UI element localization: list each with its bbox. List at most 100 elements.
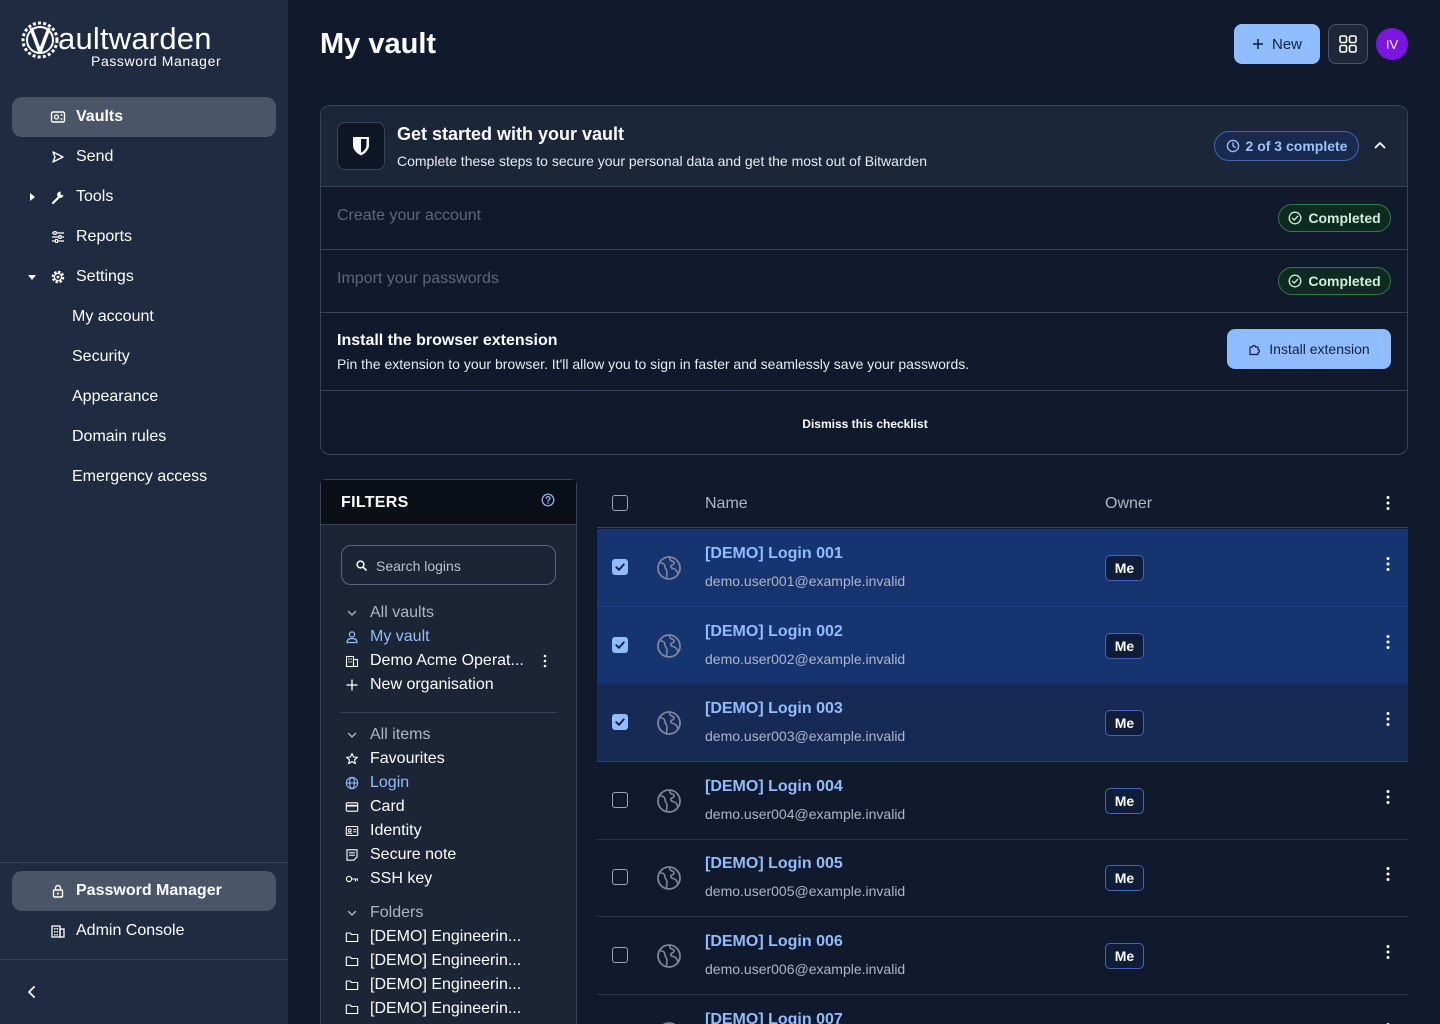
globe-icon — [657, 711, 681, 736]
logo-wordmark: aultwarden — [58, 21, 212, 56]
row-checkbox[interactable] — [612, 714, 628, 731]
row-checkbox[interactable] — [612, 791, 628, 808]
vault-icon — [50, 111, 66, 123]
filter-type-ssh-key[interactable]: SSH key — [341, 867, 557, 891]
more-options-icon[interactable] — [1379, 788, 1397, 806]
dismiss-checklist-link[interactable]: Dismiss this checklist — [321, 417, 1407, 431]
row-checkbox[interactable] — [612, 869, 628, 886]
install-extension-button[interactable]: Install extension — [1227, 329, 1391, 369]
page-title: My vault — [320, 28, 437, 60]
sidebar-divider — [0, 959, 288, 960]
table-row[interactable]: [DEMO] Login 003 demo.user003@example.inv… — [597, 684, 1408, 763]
filter-type-secure-note[interactable]: Secure note — [341, 843, 557, 867]
filter-type-login[interactable]: Login — [341, 771, 557, 795]
checkmark-icon — [615, 641, 625, 649]
item-name-link[interactable]: [DEMO] Login 003 — [705, 700, 843, 718]
caret-down-icon[interactable] — [26, 271, 38, 283]
more-options-icon[interactable] — [1379, 555, 1397, 573]
plus-icon — [1252, 39, 1263, 49]
table-row[interactable]: [DEMO] Login 007 — [597, 995, 1408, 1024]
avatar[interactable]: IV — [1376, 28, 1408, 60]
filter-label: Identity — [370, 822, 422, 839]
sidebar-item-reports[interactable]: Reports — [12, 217, 276, 257]
new-button-label: New — [1271, 35, 1302, 53]
filter-vault-my-vault[interactable]: My vault — [341, 625, 557, 649]
filter-group-folders[interactable]: Folders — [341, 901, 557, 925]
item-name-link[interactable]: [DEMO] Login 004 — [705, 778, 843, 796]
item-name-link[interactable]: [DEMO] Login 001 — [705, 545, 843, 563]
filter-type-favourites[interactable]: Favourites — [341, 747, 557, 771]
more-options-icon[interactable] — [1379, 865, 1397, 883]
caret-right-icon[interactable] — [26, 191, 38, 203]
more-options-icon[interactable] — [1379, 1021, 1397, 1024]
filter-new-organisation[interactable]: New organisation — [341, 673, 557, 697]
select-all-checkbox[interactable] — [612, 495, 628, 511]
filter-folder[interactable]: [DEMO] Engineerin... — [341, 925, 557, 949]
product-switcher-button[interactable] — [1328, 24, 1368, 64]
sidebar-item-security[interactable]: Security — [72, 348, 130, 366]
checklist-step-create-account[interactable]: Create your account Completed — [321, 186, 1407, 249]
sidebar-item-domain-rules[interactable]: Domain rules — [72, 428, 166, 446]
checklist-header[interactable]: Get started with your vault Complete the… — [321, 106, 1407, 186]
filter-folder[interactable]: [DEMO] Engineerin... — [341, 973, 557, 997]
building-icon — [51, 925, 65, 938]
filter-type-identity[interactable]: Identity — [341, 819, 557, 843]
column-header-name[interactable]: Name — [705, 495, 748, 513]
filter-folder[interactable]: [DEMO] Engineerin... — [341, 949, 557, 973]
item-username: demo.user006@example.invalid — [705, 961, 906, 977]
table-row[interactable]: [DEMO] Login 002 demo.user002@example.inv… — [597, 606, 1408, 685]
filter-group-all-vaults[interactable]: All vaults — [341, 601, 557, 625]
more-options-icon[interactable] — [1379, 943, 1397, 961]
more-options-icon[interactable] — [1379, 633, 1397, 651]
table-row[interactable]: [DEMO] Login 004 demo.user004@example.inv… — [597, 762, 1408, 840]
sidebar-item-emergency-access[interactable]: Emergency access — [72, 468, 207, 486]
key-icon — [345, 875, 359, 883]
column-header-owner[interactable]: Owner — [1105, 495, 1152, 513]
table-row[interactable]: [DEMO] Login 006 demo.user006@example.inv… — [597, 917, 1408, 995]
more-options-icon[interactable] — [1379, 494, 1397, 512]
vaultwarden-logo[interactable]: aultwarden Password Manager — [20, 18, 240, 72]
filter-vault-demo-org[interactable]: Demo Acme Operat... — [341, 649, 557, 673]
search-logins-field[interactable] — [341, 545, 556, 585]
sidebar-item-my-account[interactable]: My account — [72, 308, 154, 326]
help-icon[interactable] — [541, 493, 555, 507]
sidebar-item-vaults[interactable]: Vaults — [12, 97, 276, 137]
search-input[interactable] — [376, 555, 546, 577]
filter-label: Login — [370, 774, 410, 791]
filter-folder[interactable]: [DEMO] Engineerin... — [341, 997, 557, 1021]
item-name-link[interactable]: [DEMO] Login 006 — [705, 933, 843, 951]
checklist-step-import-passwords[interactable]: Import your passwords Completed — [321, 249, 1407, 312]
checklist-title: Get started with your vault — [397, 124, 625, 144]
collapse-sidebar-icon[interactable] — [22, 982, 42, 1002]
logo-subtitle: Password Manager — [91, 53, 222, 69]
step-title: Create your account — [337, 207, 482, 224]
grid-icon — [1339, 35, 1357, 53]
item-name-link[interactable]: [DEMO] Login 005 — [705, 855, 843, 873]
product-switcher-password-manager[interactable]: Password Manager — [12, 871, 276, 911]
row-checkbox[interactable] — [612, 559, 628, 575]
puzzle-icon — [1249, 344, 1261, 356]
new-button[interactable]: New — [1234, 24, 1320, 64]
product-switcher-admin-console[interactable]: Admin Console — [12, 911, 276, 951]
row-checkbox[interactable] — [612, 636, 628, 653]
row-checkbox[interactable] — [612, 947, 628, 963]
more-options-icon[interactable] — [537, 653, 553, 669]
item-username: demo.user004@example.invalid — [705, 805, 906, 822]
filter-type-card[interactable]: Card — [341, 795, 557, 819]
table-row[interactable]: [DEMO] Login 005 demo.user005@example.inv… — [597, 839, 1408, 918]
item-name-link[interactable]: [DEMO] Login 007 — [705, 1011, 843, 1024]
checklist-subtitle: Complete these steps to secure your pers… — [397, 153, 927, 169]
sidebar-item-label: Send — [76, 148, 114, 165]
sidebar-item-label: Vaults — [76, 108, 124, 125]
sidebar-item-settings[interactable]: Settings — [12, 257, 276, 297]
more-options-icon[interactable] — [1379, 710, 1397, 728]
filter-group-all-items[interactable]: All items — [341, 723, 557, 747]
chevron-up-icon[interactable] — [1373, 138, 1387, 152]
folder-icon — [345, 956, 359, 967]
item-name-link[interactable]: [DEMO] Login 002 — [705, 623, 843, 641]
sidebar-item-appearance[interactable]: Appearance — [72, 388, 158, 406]
table-row[interactable]: [DEMO] Login 001 demo.user001@example.inv… — [597, 529, 1408, 607]
sidebar-item-tools[interactable]: Tools — [12, 177, 276, 217]
sidebar-item-send[interactable]: Send — [12, 137, 276, 177]
owner-badge: Me — [1105, 632, 1144, 659]
